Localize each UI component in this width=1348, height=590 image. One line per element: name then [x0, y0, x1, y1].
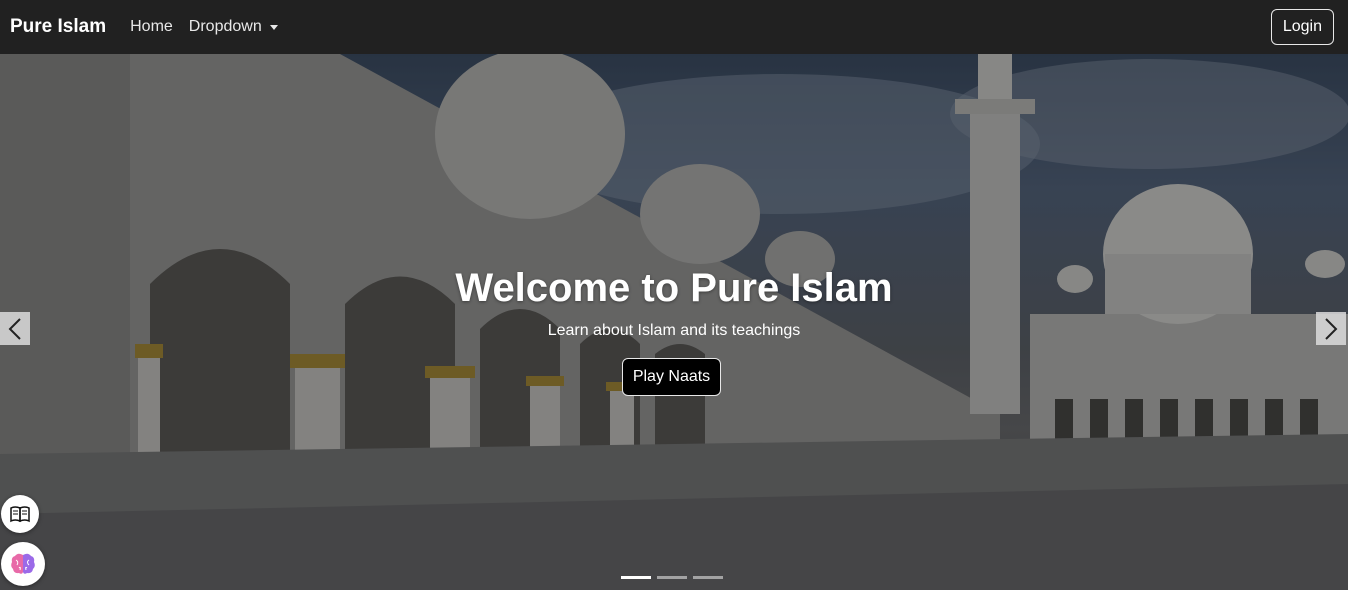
carousel-indicator-2[interactable]	[657, 576, 687, 579]
hero-subtitle: Learn about Islam and its teachings	[547, 322, 801, 339]
hero-carousel: Welcome to Pure Islam Learn about Islam …	[0, 54, 1348, 590]
read-book-button[interactable]	[1, 495, 39, 533]
carousel-indicator-1[interactable]	[621, 576, 651, 579]
play-naats-button[interactable]: Play Naats	[622, 358, 721, 396]
login-button[interactable]: Login	[1270, 9, 1334, 45]
carousel-prev-button[interactable]	[0, 312, 30, 345]
chevron-right-icon	[1325, 317, 1338, 340]
book-icon	[10, 506, 30, 523]
nav-home-label: Home	[130, 18, 173, 35]
caret-down-icon	[269, 24, 278, 30]
navbar: Pure Islam Home Dropdown Login	[0, 0, 1348, 54]
carousel-indicator-3[interactable]	[693, 576, 723, 579]
nav-dropdown-toggle[interactable]: Dropdown	[189, 18, 278, 36]
ai-assistant-button[interactable]	[1, 542, 45, 586]
carousel-indicators	[621, 576, 723, 579]
brain-icon	[11, 553, 35, 574]
nav-home-link[interactable]: Home	[130, 18, 173, 36]
carousel-next-button[interactable]	[1316, 312, 1346, 345]
brand-link[interactable]: Pure Islam	[10, 16, 106, 38]
hero-title: Welcome to Pure Islam	[455, 266, 893, 310]
nav-dropdown-label: Dropdown	[188, 18, 262, 35]
chevron-left-icon	[8, 317, 21, 340]
